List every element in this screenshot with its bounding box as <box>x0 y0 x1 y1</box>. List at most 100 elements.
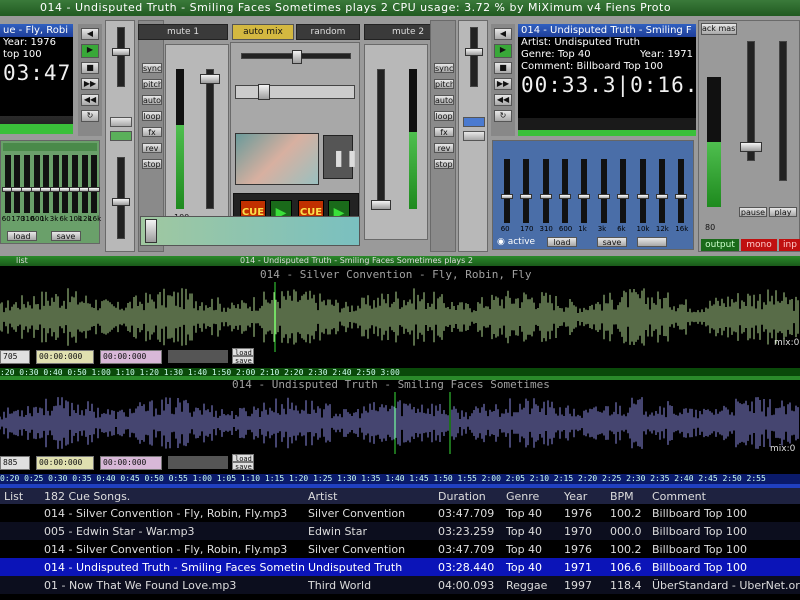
deck1-next-button[interactable]: ▶▶ <box>81 78 99 90</box>
deck2-save-button[interactable]: save <box>232 462 254 470</box>
deck2-bpm-field[interactable]: 885 <box>0 456 30 470</box>
deck2-wave-buttons[interactable] <box>168 456 228 469</box>
deck2-loop-button[interactable]: ↻ <box>494 110 512 122</box>
eq-band-slider[interactable] <box>52 155 59 213</box>
deck1-volume-handle[interactable] <box>112 198 130 206</box>
deck2-pitch-button[interactable] <box>463 117 485 127</box>
eq-band-slider[interactable] <box>14 155 21 213</box>
table-row[interactable]: 005 - Edwin Star - War.mp3 Edwin Star 03… <box>0 522 800 540</box>
eq-band-slider[interactable] <box>91 155 98 213</box>
deck1-waveform[interactable] <box>0 282 800 352</box>
deck2-side-btn-6[interactable]: rev <box>434 143 454 153</box>
eq-band-slider[interactable] <box>639 159 646 223</box>
eq-band-knob[interactable] <box>655 194 668 200</box>
deck2-cue-out-field[interactable]: 00:00:000 <box>100 456 162 470</box>
col-header-artist[interactable]: Artist <box>304 488 434 504</box>
deck2-load-button[interactable]: load <box>232 454 254 462</box>
deck1-prev-button[interactable]: ◀ <box>81 28 99 40</box>
right-channel-fader-handle[interactable] <box>371 200 391 210</box>
deck1-cue-out-field[interactable]: 00:00:000 <box>100 350 162 364</box>
eq-band-slider[interactable] <box>72 155 78 213</box>
col-header-duration[interactable]: Duration <box>434 488 502 504</box>
eq-band-knob[interactable] <box>675 194 688 200</box>
deck2-save-button[interactable]: save <box>597 237 627 247</box>
deck1-load-button[interactable]: load <box>232 348 254 356</box>
table-row[interactable]: 014 - Silver Convention - Fly, Robin, Fl… <box>0 504 800 522</box>
crossfader-handle[interactable] <box>145 219 157 243</box>
deck1-volume-slider[interactable] <box>112 157 130 239</box>
deck1-save-button[interactable]: save <box>232 356 254 364</box>
deck2-pitch-slider[interactable] <box>465 27 483 87</box>
deck1-side-btn-5[interactable]: fx <box>142 127 162 137</box>
eq-band-knob[interactable] <box>617 194 630 200</box>
eq-band-slider[interactable] <box>62 155 69 213</box>
deck1-side-btn-2[interactable]: pitch <box>142 79 162 89</box>
deck1-side-btn-4[interactable]: loop <box>142 111 162 121</box>
output-button[interactable]: output <box>701 239 739 251</box>
deck2-rewind-button[interactable]: ◀◀ <box>494 94 512 106</box>
eq-band-slider[interactable] <box>24 155 30 213</box>
deck1-stop-button[interactable]: ■ <box>81 62 99 74</box>
deck1-sync-button[interactable] <box>110 117 132 127</box>
eq-band-slider[interactable] <box>523 159 530 223</box>
eq-band-knob[interactable] <box>88 186 101 192</box>
crossfader[interactable] <box>140 216 360 246</box>
master-fader[interactable] <box>740 41 762 161</box>
col-header-year[interactable]: Year <box>560 488 606 504</box>
eq-band-knob[interactable] <box>558 194 571 200</box>
play-label-button[interactable]: play <box>769 207 797 217</box>
eq-band-slider[interactable] <box>620 159 627 223</box>
eq-band-slider[interactable] <box>43 155 50 213</box>
deck2-side-btn-7[interactable]: stop <box>434 159 454 169</box>
left-channel-fader-handle[interactable] <box>200 74 220 84</box>
deck1-play-button[interactable]: ▶ <box>81 44 99 58</box>
random-button[interactable]: random <box>296 24 360 40</box>
eq-band-slider[interactable] <box>33 155 40 213</box>
eq-band-slider[interactable] <box>600 159 607 223</box>
table-row-selected[interactable]: 014 - Undisputed Truth - Smiling Faces S… <box>0 558 800 576</box>
deck1-save-eq-button[interactable]: save <box>51 231 81 241</box>
col-header-genre[interactable]: Genre <box>502 488 560 504</box>
deck1-wave-buttons[interactable] <box>168 350 228 363</box>
input-button[interactable]: inp <box>779 239 800 251</box>
deck2-sync-button[interactable] <box>463 131 485 141</box>
eq-band-slider[interactable] <box>658 159 665 223</box>
pause-label-button[interactable]: pause <box>739 207 767 217</box>
right-channel-fader[interactable] <box>371 69 391 210</box>
col-header-comment[interactable]: Comment <box>648 488 800 504</box>
eq-band-slider[interactable] <box>503 159 510 223</box>
crossfader-top[interactable] <box>241 50 351 64</box>
deck2-prev-button[interactable]: ◀ <box>494 28 512 40</box>
eq-band-knob[interactable] <box>578 194 591 200</box>
mute1-button[interactable]: mute 1 <box>138 24 228 40</box>
deck1-side-btn-6[interactable]: rev <box>142 143 162 153</box>
eq-band-knob[interactable] <box>636 194 649 200</box>
deck2-side-btn-3[interactable]: auto <box>434 95 454 105</box>
deck1-pitch-button[interactable] <box>110 131 132 141</box>
deck1-pitch-handle[interactable] <box>112 48 130 56</box>
deck2-time-ruler[interactable]: 0:20 0:25 0:30 0:35 0:40 0:45 0:50 0:55 … <box>0 474 800 484</box>
deck2-side-btn-1[interactable]: sync <box>434 63 454 73</box>
col-header-bpm[interactable]: BPM <box>606 488 648 504</box>
master-fader-handle[interactable] <box>740 142 762 152</box>
table-row[interactable]: 014 - Silver Convention - Fly, Robin, Fl… <box>0 540 800 558</box>
eq-band-slider[interactable] <box>581 159 588 223</box>
deck1-side-btn-7[interactable]: stop <box>142 159 162 169</box>
deck2-stop-button[interactable]: ■ <box>494 62 512 74</box>
deck1-side-btn-1[interactable]: sync <box>142 63 162 73</box>
deck1-pitch-slider[interactable] <box>112 27 130 87</box>
left-channel-fader[interactable] <box>200 69 220 209</box>
eq-band-slider[interactable] <box>4 155 11 213</box>
eq-band-slider[interactable] <box>561 159 568 223</box>
deck1-side-btn-3[interactable]: auto <box>142 95 162 105</box>
pitch-bend-handle[interactable] <box>258 84 270 100</box>
table-row[interactable]: 01 - Now That We Found Love.mp3 Third Wo… <box>0 576 800 594</box>
deck2-side-btn-5[interactable]: fx <box>434 127 454 137</box>
deck2-waveform[interactable] <box>0 392 800 454</box>
eq-band-knob[interactable] <box>520 194 533 200</box>
master-label-button[interactable]: ack mast <box>701 23 737 35</box>
eq-band-slider[interactable] <box>542 159 549 223</box>
pitch-bend-slider[interactable] <box>235 84 355 100</box>
deck2-side-btn-4[interactable]: loop <box>434 111 454 121</box>
deck1-rewind-button[interactable]: ◀◀ <box>81 94 99 106</box>
